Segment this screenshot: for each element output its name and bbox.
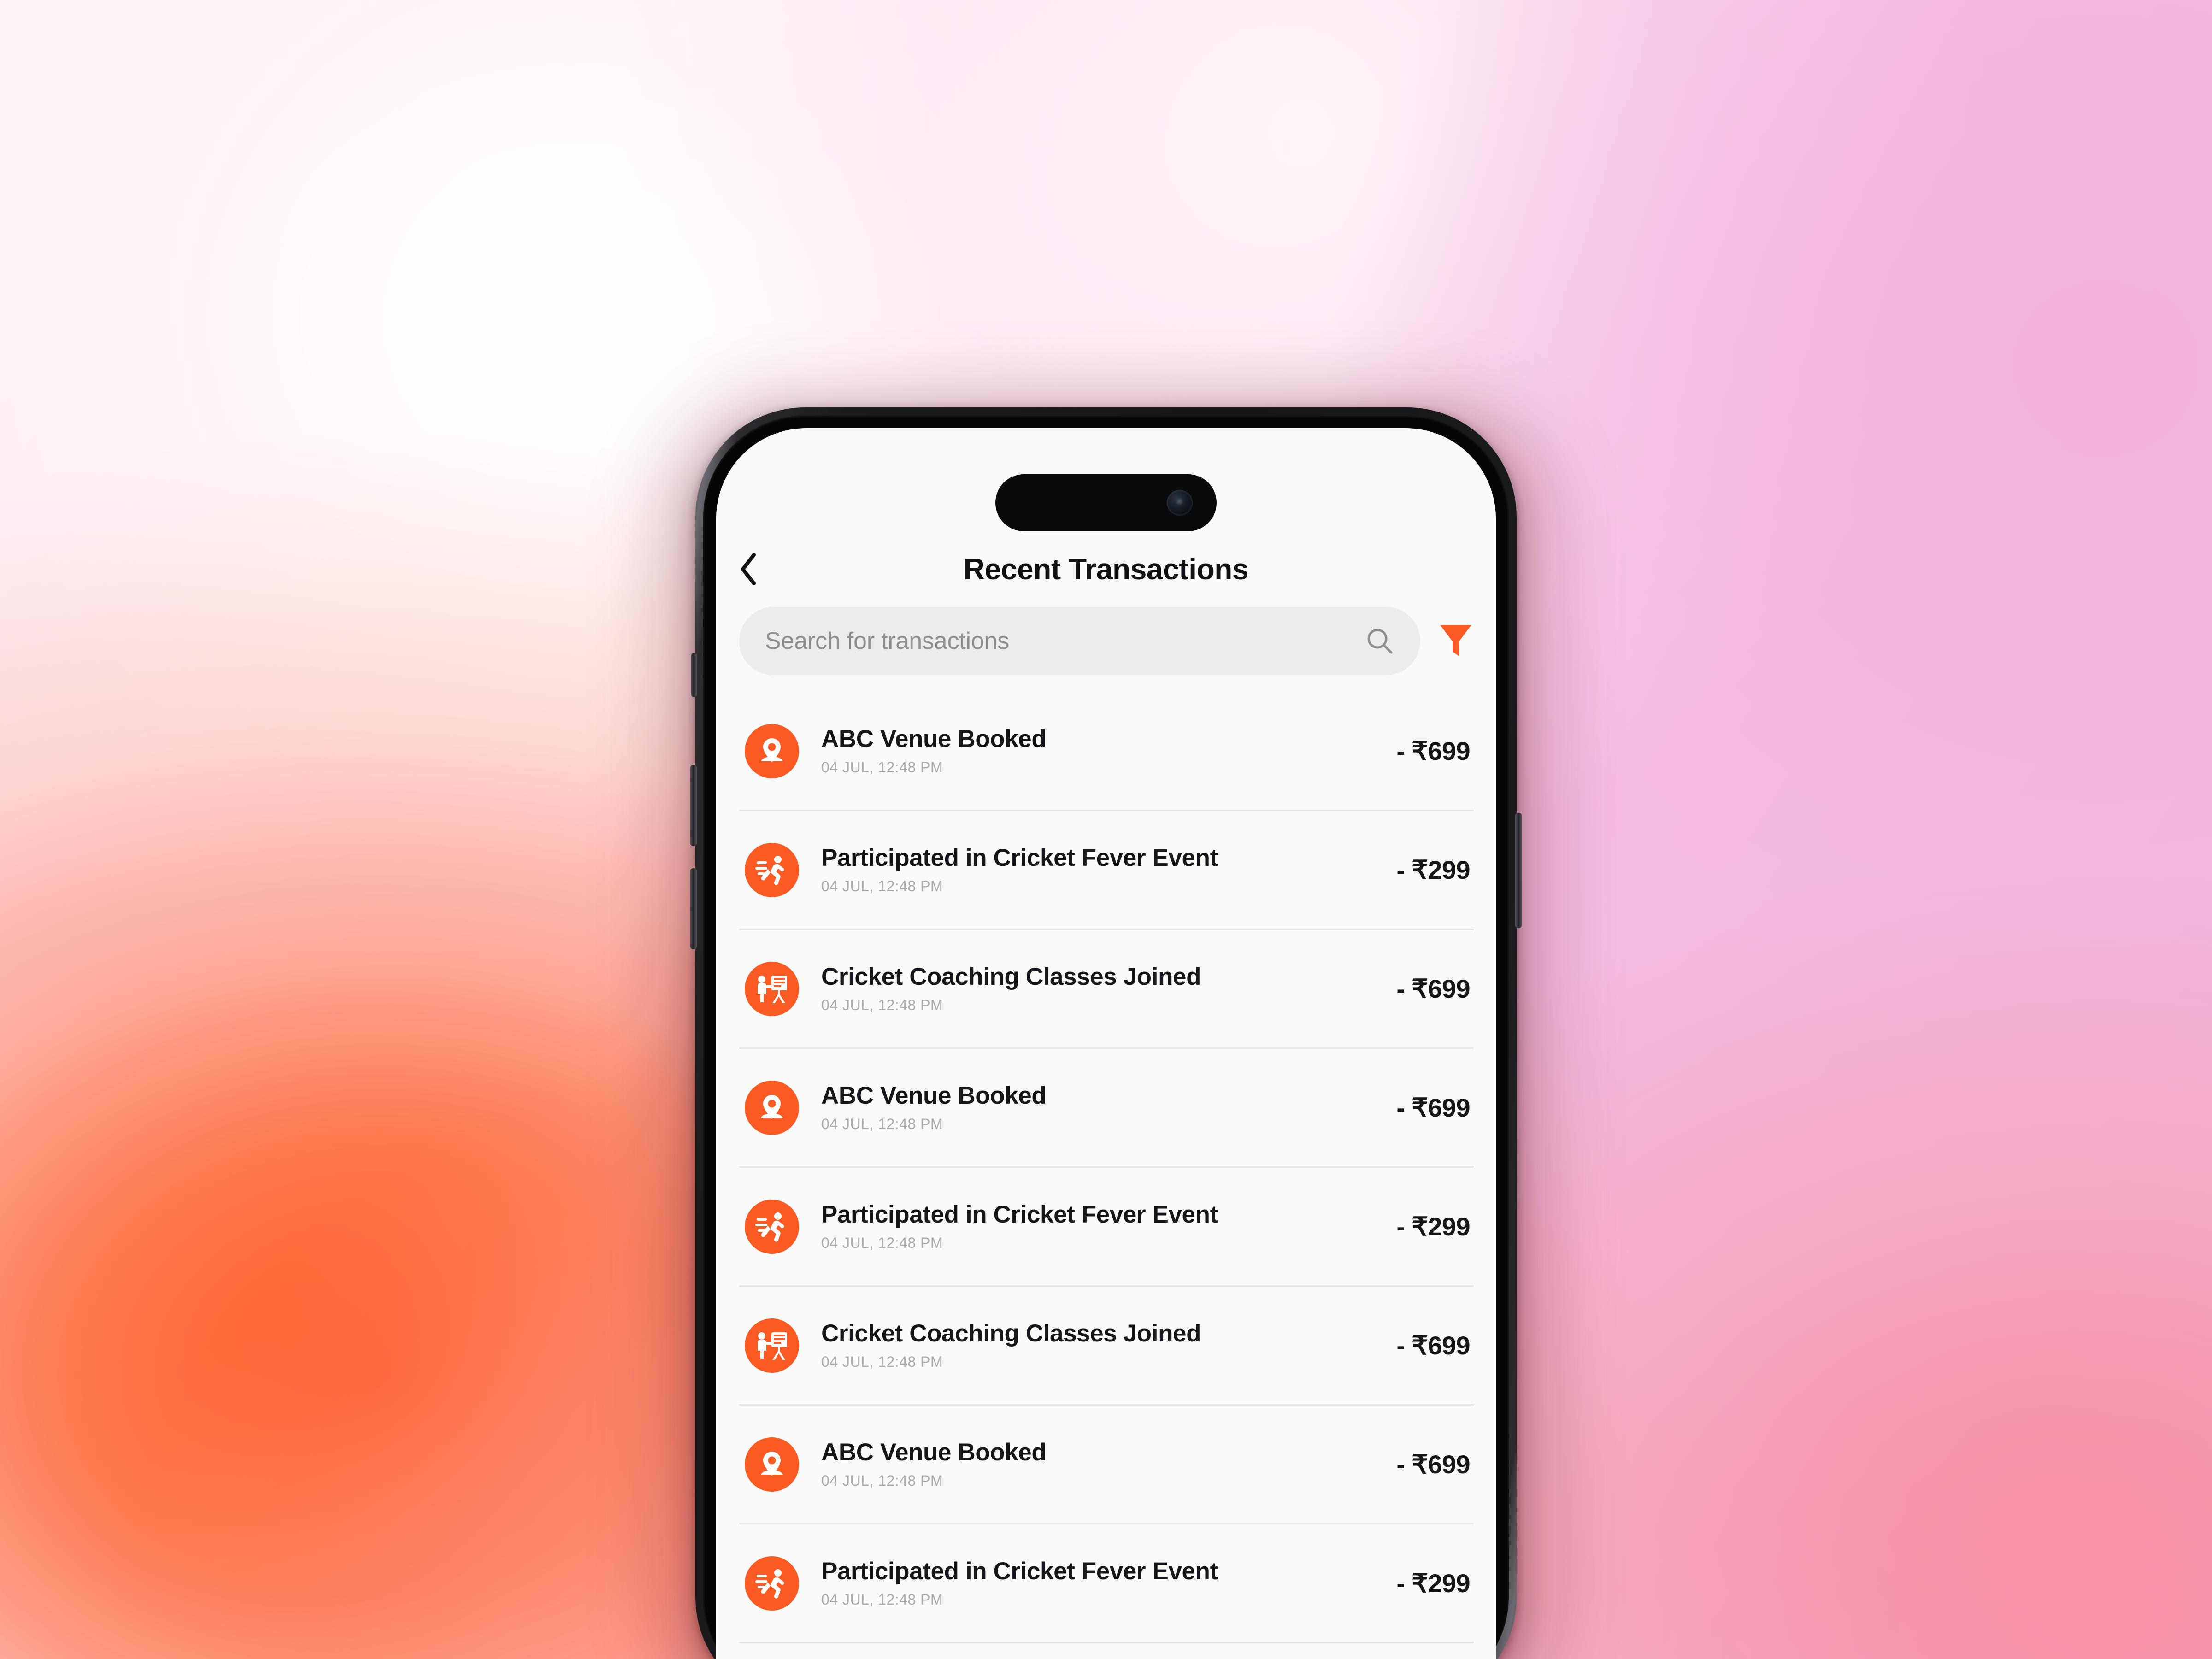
transaction-row[interactable]: ABC Venue Booked 04 JUL, 12:48 PM - ₹699 — [739, 1406, 1474, 1524]
transaction-amount: - ₹699 — [1396, 1449, 1470, 1479]
chevron-left-icon — [738, 552, 759, 586]
search-row: Search for transactions — [716, 607, 1496, 675]
transaction-row[interactable]: ABC Venue Booked 04 JUL, 12:48 PM - ₹699 — [739, 692, 1474, 811]
back-button[interactable] — [726, 545, 771, 593]
front-camera-icon — [1167, 490, 1193, 516]
transaction-amount: - ₹299 — [1396, 1568, 1470, 1598]
volume-up-button[interactable] — [690, 765, 697, 846]
transaction-date: 04 JUL, 12:48 PM — [821, 878, 943, 895]
transaction-text: ABC Venue Booked 04 JUL, 12:48 PM — [821, 1439, 1384, 1489]
transaction-row[interactable]: Cricket Coaching Classes Joined 04 JUL, 1… — [739, 1287, 1474, 1406]
location-pin-icon — [745, 724, 799, 778]
search-placeholder-text: Search for transactions — [765, 628, 1010, 654]
transactions-list[interactable]: ABC Venue Booked 04 JUL, 12:48 PM - ₹699 P… — [716, 692, 1496, 1659]
transaction-row[interactable]: ABC Venue Booked 04 JUL, 12:48 PM - ₹699 — [739, 1049, 1474, 1168]
app-header: Recent Transactions — [716, 546, 1496, 592]
transaction-amount: - ₹699 — [1396, 736, 1470, 765]
transaction-row[interactable]: Participated in Cricket Fever Event 04 JU… — [739, 811, 1474, 930]
transaction-title: Participated in Cricket Fever Event — [821, 844, 1218, 871]
phone-mockup: Recent Transactions Search for transacti… — [654, 389, 1558, 1659]
transaction-title: ABC Venue Booked — [821, 1438, 1047, 1466]
transaction-title: ABC Venue Booked — [821, 725, 1047, 753]
transaction-text: Cricket Coaching Classes Joined 04 JUL, 1… — [821, 1320, 1384, 1371]
transaction-date: 04 JUL, 12:48 PM — [821, 1235, 943, 1252]
search-input[interactable]: Search for transactions — [739, 607, 1420, 675]
transaction-text: ABC Venue Booked 04 JUL, 12:48 PM — [821, 726, 1384, 776]
transaction-amount: - ₹299 — [1396, 1212, 1470, 1241]
transaction-amount: - ₹699 — [1396, 1093, 1470, 1122]
transaction-text: ABC Venue Booked 04 JUL, 12:48 PM — [821, 1082, 1384, 1133]
filter-button[interactable] — [1438, 623, 1474, 659]
location-pin-icon — [745, 1437, 799, 1492]
runner-icon — [745, 1556, 799, 1611]
power-button[interactable] — [1515, 813, 1522, 928]
coaching-board-icon — [745, 961, 799, 1016]
transaction-date: 04 JUL, 12:48 PM — [821, 759, 943, 776]
transaction-text: Participated in Cricket Fever Event 04 JU… — [821, 1558, 1384, 1608]
runner-icon — [745, 1199, 799, 1254]
transaction-title: ABC Venue Booked — [821, 1082, 1047, 1109]
location-pin-icon — [745, 1080, 799, 1135]
coaching-board-icon — [745, 1318, 799, 1373]
transaction-title: Participated in Cricket Fever Event — [821, 1557, 1218, 1585]
mute-switch-button[interactable] — [691, 653, 697, 697]
transaction-title: Cricket Coaching Classes Joined — [821, 1319, 1201, 1347]
transaction-date: 04 JUL, 12:48 PM — [821, 1472, 943, 1489]
filter-funnel-icon — [1439, 622, 1473, 660]
phone-screen: Recent Transactions Search for transacti… — [716, 428, 1496, 1659]
volume-down-button[interactable] — [690, 868, 697, 949]
transaction-row[interactable]: Participated in Cricket Fever Event 04 JU… — [739, 1168, 1474, 1287]
runner-icon — [745, 842, 799, 897]
dynamic-island — [995, 474, 1217, 531]
search-icon[interactable] — [1365, 626, 1394, 656]
transaction-title: Cricket Coaching Classes Joined — [821, 963, 1201, 990]
transaction-amount: - ₹699 — [1396, 974, 1470, 1003]
transaction-row[interactable]: Participated in Cricket Fever Event 04 JU… — [739, 1524, 1474, 1643]
transaction-title: Participated in Cricket Fever Event — [821, 1200, 1218, 1228]
transaction-date: 04 JUL, 12:48 PM — [821, 1591, 943, 1608]
transaction-text: Cricket Coaching Classes Joined 04 JUL, 1… — [821, 964, 1384, 1014]
transaction-amount: - ₹699 — [1396, 1330, 1470, 1360]
transaction-text: Participated in Cricket Fever Event 04 JU… — [821, 1201, 1384, 1252]
transaction-row[interactable]: Cricket Coaching Classes Joined 04 JUL, 1… — [739, 930, 1474, 1049]
transaction-date: 04 JUL, 12:48 PM — [821, 997, 943, 1014]
transaction-date: 04 JUL, 12:48 PM — [821, 1116, 943, 1133]
transaction-date: 04 JUL, 12:48 PM — [821, 1353, 943, 1371]
transaction-amount: - ₹299 — [1396, 855, 1470, 884]
page-title: Recent Transactions — [963, 553, 1249, 586]
transaction-text: Participated in Cricket Fever Event 04 JU… — [821, 845, 1384, 895]
